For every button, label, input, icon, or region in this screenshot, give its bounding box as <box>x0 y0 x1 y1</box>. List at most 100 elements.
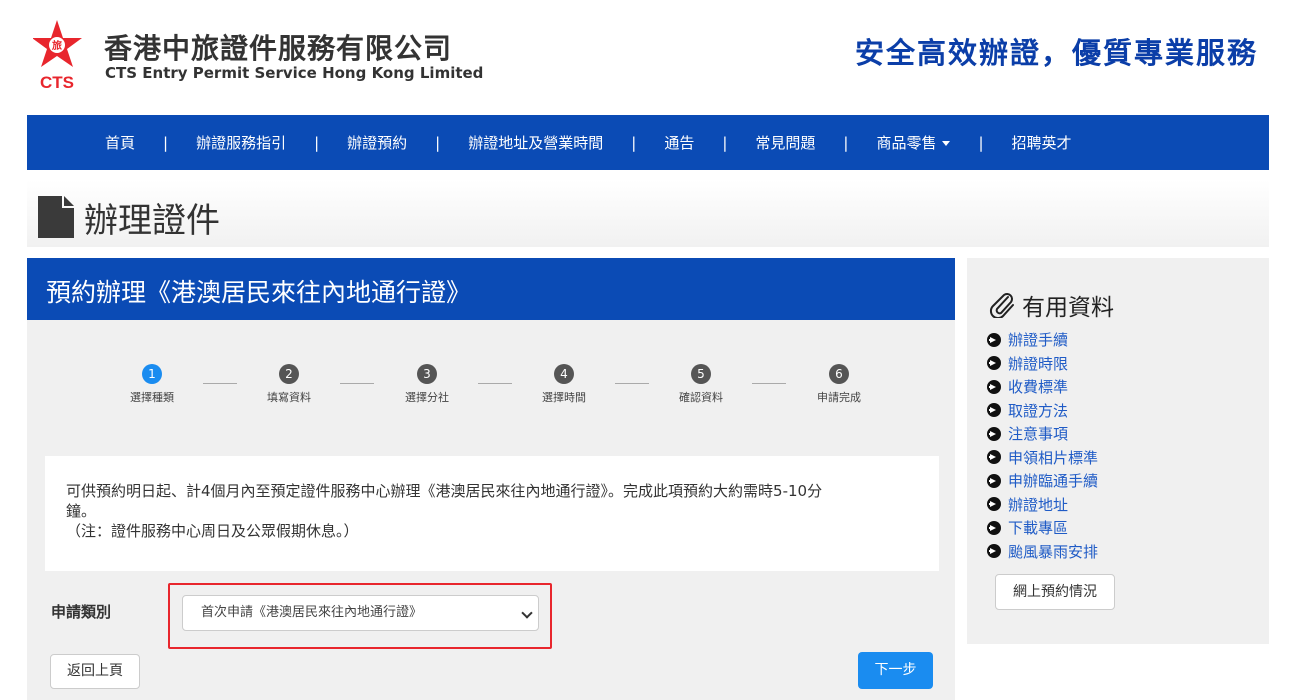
chevron-down-icon <box>521 607 533 619</box>
nav-home[interactable]: 首頁 <box>105 132 135 153</box>
next-button[interactable]: 下一步 <box>858 652 933 689</box>
sidebar-link-downloads[interactable]: 下載專區 <box>987 516 1098 540</box>
application-type-select[interactable]: 首次申請《港澳居民來往內地通行證》 <box>182 595 539 631</box>
sidebar-link-label: 申辦臨通手續 <box>1008 472 1099 491</box>
step-label: 申請完成 <box>817 391 861 404</box>
page-title: 辦理證件 <box>84 201 220 241</box>
nav-faq[interactable]: 常見問題 <box>755 132 815 153</box>
nav-notices[interactable]: 通告 <box>664 132 694 153</box>
step-2: 2 填寫資料 <box>249 364 329 405</box>
info-note: （注：證件服務中心周日及公眾假期休息。） <box>66 522 359 540</box>
nav-separator: | <box>163 133 169 152</box>
arrow-circle-right-icon <box>987 403 1001 418</box>
sidebar-link-typhoon[interactable]: 颱風暴雨安排 <box>987 540 1098 564</box>
sidebar-link-label: 申領相片標準 <box>1008 448 1099 467</box>
online-booking-status-button[interactable]: 網上預約情況 <box>995 574 1115 610</box>
step-number: 3 <box>417 364 437 384</box>
sidebar-link-notes[interactable]: 注意事項 <box>987 422 1098 446</box>
arrow-circle-right-icon <box>987 356 1001 371</box>
document-icon <box>38 196 74 238</box>
arrow-circle-right-icon <box>987 497 1001 512</box>
back-button[interactable]: 返回上頁 <box>50 654 140 689</box>
nav-separator: | <box>978 133 984 152</box>
step-number: 5 <box>691 364 711 384</box>
step-label: 確認資料 <box>679 391 723 404</box>
step-6: 6 申請完成 <box>799 364 879 405</box>
nav-separator: | <box>435 133 441 152</box>
arrow-circle-right-icon <box>987 520 1001 535</box>
step-label: 填寫資料 <box>267 391 311 404</box>
sidebar-link-label: 颱風暴雨安排 <box>1008 542 1099 561</box>
step-connector <box>340 383 374 384</box>
step-connector <box>478 383 512 384</box>
sidebar-link-time-limit[interactable]: 辦證時限 <box>987 352 1098 376</box>
useful-info-sidebar: 有用資料 辦證手續 辦證時限 收費標準 取證方法 注意事項 申領相片標準 申辦臨… <box>967 258 1269 644</box>
sidebar-link-label: 下載專區 <box>1008 519 1069 538</box>
nav-address-hours[interactable]: 辦證地址及營業時間 <box>468 132 603 153</box>
step-4: 4 選擇時間 <box>524 364 604 405</box>
page-title-bar: 辦理證件 <box>27 180 1269 247</box>
cts-logo[interactable]: 旅 CTS <box>32 18 83 92</box>
step-number: 4 <box>554 364 574 384</box>
info-text: 可供預約明日起、計4個月內至預定證件服務中心辦理《港澳居民來往內地通行證》。完成… <box>66 482 823 500</box>
nav-separator: | <box>314 133 320 152</box>
step-label: 選擇分社 <box>405 391 449 404</box>
sidebar-link-label: 辦證時限 <box>1008 354 1069 373</box>
paperclip-icon <box>989 293 1014 318</box>
appointment-panel: 預約辦理《港澳居民來往內地通行證》 1 選擇種類 2 填寫資料 3 選擇分社 4… <box>27 258 955 700</box>
arrow-circle-right-icon <box>987 450 1001 465</box>
company-name-en: CTS Entry Permit Service Hong Kong Limit… <box>105 64 484 82</box>
main-nav: 首頁 | 辦證服務指引 | 辦證預約 | 辦證地址及營業時間 | 通告 | 常見… <box>27 115 1269 170</box>
sidebar-title: 有用資料 <box>988 288 1114 322</box>
step-number: 1 <box>142 364 162 384</box>
step-3: 3 選擇分社 <box>387 364 467 405</box>
site-header: 旅 CTS 香港中旅證件服務有限公司 CTS Entry Permit Serv… <box>0 0 1310 115</box>
step-1: 1 選擇種類 <box>112 364 192 405</box>
arrow-circle-right-icon <box>987 473 1001 488</box>
progress-steps: 1 選擇種類 2 填寫資料 3 選擇分社 4 選擇時間 5 確認資料 6 申請完… <box>112 364 892 414</box>
select-value: 首次申請《港澳居民來往內地通行證》 <box>201 605 423 620</box>
sidebar-link-label: 辦證地址 <box>1008 495 1069 514</box>
svg-text:旅: 旅 <box>52 39 62 52</box>
sidebar-link-label: 收費標準 <box>1008 378 1069 397</box>
nav-careers[interactable]: 招聘英才 <box>1012 132 1072 153</box>
step-number: 6 <box>829 364 849 384</box>
info-box: 可供預約明日起、計4個月內至預定證件服務中心辦理《港澳居民來往內地通行證》。完成… <box>45 456 939 571</box>
arrow-circle-right-icon <box>987 544 1001 559</box>
sidebar-link-label: 注意事項 <box>1008 425 1069 444</box>
sidebar-link-address[interactable]: 辦證地址 <box>987 493 1098 517</box>
step-label: 選擇種類 <box>130 391 174 404</box>
nav-appointment[interactable]: 辦證預約 <box>347 132 407 153</box>
application-type-label: 申請類別 <box>51 603 112 621</box>
nav-separator: | <box>631 133 637 152</box>
step-connector <box>203 383 237 384</box>
nav-separator: | <box>843 133 849 152</box>
info-text: 鐘。 <box>66 502 97 520</box>
arrow-circle-right-icon <box>987 379 1001 394</box>
sidebar-link-fees[interactable]: 收費標準 <box>987 375 1098 399</box>
slogan: 安全高效辦證，優質專業服務 <box>854 36 1258 70</box>
step-5: 5 確認資料 <box>661 364 741 405</box>
arrow-circle-right-icon <box>987 332 1001 347</box>
step-label: 選擇時間 <box>542 391 586 404</box>
step-connector <box>752 383 786 384</box>
step-connector <box>615 383 649 384</box>
logo-text: CTS <box>40 73 74 90</box>
arrow-circle-right-icon <box>987 426 1001 441</box>
sidebar-link-collection[interactable]: 取證方法 <box>987 399 1098 423</box>
nav-retail-label: 商品零售 <box>876 134 937 152</box>
sidebar-title-text: 有用資料 <box>1022 295 1114 321</box>
nav-separator: | <box>722 133 728 152</box>
caret-down-icon <box>942 141 951 146</box>
star-logo-icon: 旅 CTS <box>32 20 82 92</box>
nav-service-guide[interactable]: 辦證服務指引 <box>196 132 286 153</box>
panel-header: 預約辦理《港澳居民來往內地通行證》 <box>27 258 955 320</box>
sidebar-link-photo-standard[interactable]: 申領相片標準 <box>987 446 1098 470</box>
nav-retail-dropdown[interactable]: 商品零售 <box>876 132 951 153</box>
sidebar-links: 辦證手續 辦證時限 收費標準 取證方法 注意事項 申領相片標準 申辦臨通手續 辦… <box>987 328 1098 563</box>
sidebar-link-label: 辦證手續 <box>1008 331 1069 350</box>
sidebar-link-label: 取證方法 <box>1008 401 1069 420</box>
sidebar-link-temp-permit[interactable]: 申辦臨通手續 <box>987 469 1098 493</box>
sidebar-link-procedures[interactable]: 辦證手續 <box>987 328 1098 352</box>
panel-title: 預約辦理《港澳居民來往內地通行證》 <box>46 278 472 307</box>
